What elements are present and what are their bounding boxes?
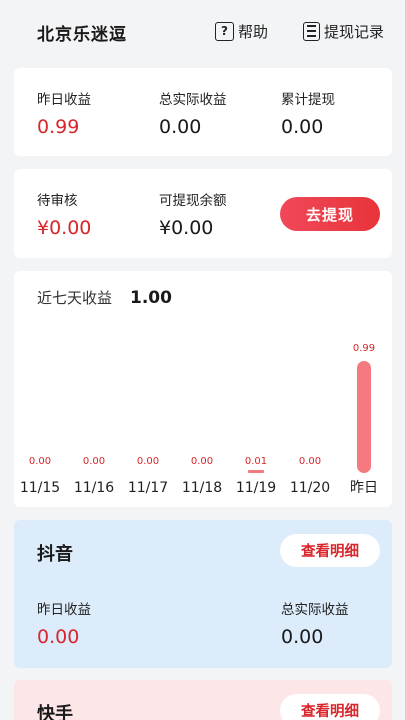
- platform-yesterday-value: 0.00: [37, 626, 80, 648]
- chart-value-label: 0.01: [245, 456, 267, 467]
- available-balance-value: ¥0.00: [159, 217, 214, 239]
- pending-review-value: ¥0.00: [37, 217, 92, 239]
- page-title: 北京乐迷逗: [37, 25, 127, 45]
- available-balance-label: 可提现余额: [159, 193, 227, 209]
- platform-name: 抖音: [37, 544, 73, 565]
- view-details-button[interactable]: 查看明细: [280, 534, 380, 567]
- chart-bar: [248, 470, 264, 473]
- platform-total-label: 总实际收益: [281, 602, 349, 618]
- chart-category-label: 11/19: [236, 480, 276, 496]
- yesterday-earnings-label: 昨日收益: [37, 92, 91, 108]
- app-header: 北京乐迷逗 ? 帮助 提现记录: [0, 0, 405, 64]
- balance-card: 待审核 ¥0.00 可提现余额 ¥0.00 去提现: [14, 169, 392, 258]
- help-icon: ?: [215, 21, 234, 41]
- help-button[interactable]: ? 帮助: [215, 20, 268, 42]
- help-label: 帮助: [238, 22, 269, 41]
- chart-bar: [357, 361, 371, 473]
- chart-category-label: 昨日: [350, 480, 378, 496]
- chart-category-label: 11/15: [20, 480, 60, 496]
- total-earnings-value: 0.00: [159, 116, 202, 138]
- yesterday-earnings-value: 0.99: [37, 116, 80, 138]
- chart-category-label: 11/18: [182, 480, 222, 496]
- chart-value-label: 0.00: [83, 456, 105, 467]
- total-earnings-label: 总实际收益: [159, 92, 227, 108]
- platform-card-kuaishou: 快手 查看明细: [14, 680, 392, 720]
- cumulative-withdrawal-value: 0.00: [281, 116, 324, 138]
- withdraw-records-button[interactable]: 提现记录: [303, 20, 384, 42]
- available-balance: 可提现余额 ¥0.00: [159, 189, 227, 239]
- withdraw-button[interactable]: 去提现: [280, 197, 380, 231]
- list-icon: [303, 21, 320, 41]
- pending-review-label: 待审核: [37, 193, 78, 209]
- earnings-summary-card: 昨日收益 0.99 总实际收益 0.00 累计提现 0.00: [14, 68, 392, 156]
- chart-value-label: 0.99: [353, 343, 375, 354]
- platform-card-douyin: 抖音 查看明细 昨日收益 0.00 总实际收益 0.00: [14, 520, 392, 668]
- weekly-earnings-chart: 0.00 11/15 0.00 11/16 0.00 11/17 0.00 11/18 0.01…: [20, 343, 378, 496]
- weekly-earnings-card: 近七天收益 1.00 0.00 11/15 0.00 11/16 0.00 11/17 0.…: [14, 271, 392, 507]
- chart-value-label: 0.00: [29, 456, 51, 467]
- chart-category-label: 11/20: [290, 480, 330, 496]
- cumulative-withdrawal-label: 累计提现: [281, 92, 335, 108]
- platform-yesterday-earnings: 昨日收益 0.00: [37, 598, 91, 648]
- platform-name: 快手: [37, 704, 73, 720]
- platform-total-earnings: 总实际收益 0.00: [281, 598, 349, 648]
- chart-value-label: 0.00: [137, 456, 159, 467]
- chart-value-label: 0.00: [299, 456, 321, 467]
- chart-value-label: 0.00: [191, 456, 213, 467]
- yesterday-earnings: 昨日收益 0.99: [37, 88, 91, 138]
- view-details-button[interactable]: 查看明细: [280, 694, 380, 720]
- cumulative-withdrawal: 累计提现 0.00: [281, 88, 335, 138]
- platform-total-value: 0.00: [281, 626, 324, 648]
- chart-category-label: 11/17: [128, 480, 168, 496]
- pending-review: 待审核 ¥0.00: [37, 189, 91, 239]
- total-earnings: 总实际收益 0.00: [159, 88, 227, 138]
- chart-category-label: 11/16: [74, 480, 114, 496]
- withdraw-records-label: 提现记录: [324, 22, 385, 41]
- platform-yesterday-label: 昨日收益: [37, 602, 91, 618]
